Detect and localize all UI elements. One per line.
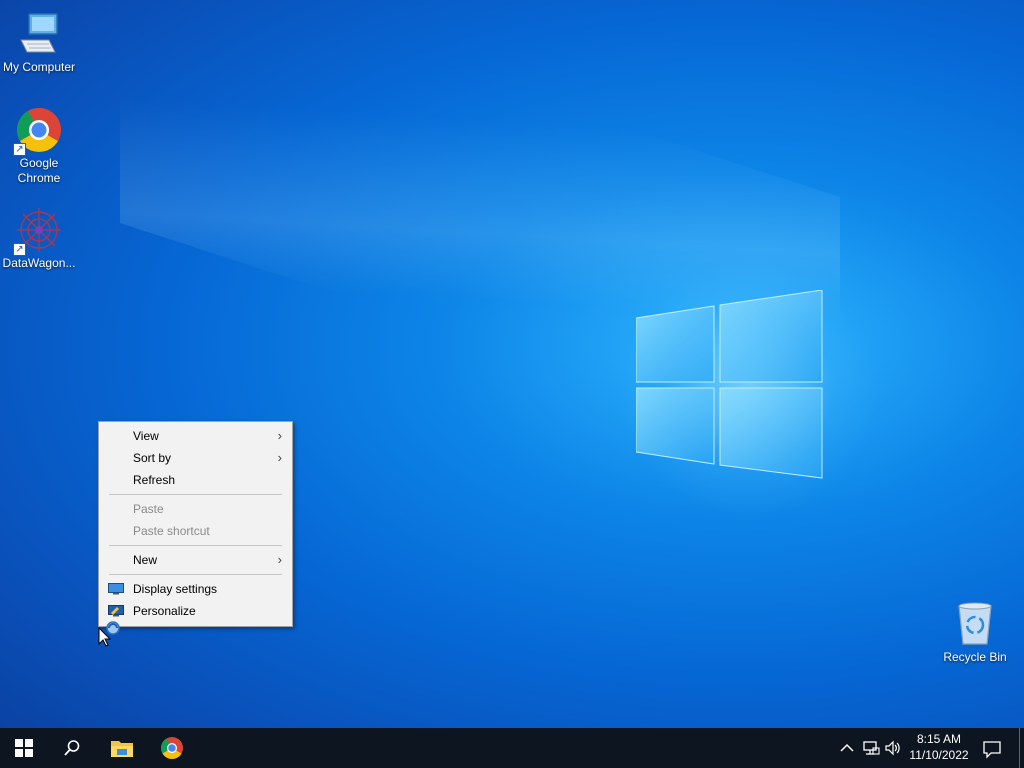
shortcut-arrow-icon: ↗: [13, 243, 26, 256]
desktop-icon-datawagon[interactable]: ↗ DataWagon...: [0, 206, 78, 271]
desktop-icon-my-computer[interactable]: My Computer: [0, 10, 78, 75]
desktop-icon-label: DataWagon...: [2, 256, 76, 270]
menu-item-refresh[interactable]: Refresh: [99, 469, 292, 491]
menu-item-personalize[interactable]: Personalize: [99, 600, 292, 622]
taskbar: 8:15 AM 11/10/2022: [0, 728, 1024, 768]
volume-icon[interactable]: [884, 739, 902, 757]
mouse-cursor-busy-icon: [98, 621, 120, 647]
menu-separator: [109, 545, 282, 546]
chevron-up-icon[interactable]: [838, 739, 856, 757]
menu-item-new[interactable]: New ›: [99, 549, 292, 571]
desktop-icon-label: Google: [19, 156, 59, 170]
shortcut-arrow-icon: ↗: [13, 143, 26, 156]
desktop-icon-label-line2: Chrome: [17, 171, 61, 185]
chrome-icon: ↗: [13, 106, 63, 156]
chevron-right-icon: ›: [277, 450, 282, 465]
network-icon[interactable]: [862, 739, 880, 757]
chevron-right-icon: ›: [277, 428, 282, 443]
taskbar-clock[interactable]: 8:15 AM 11/10/2022: [906, 731, 972, 763]
action-center-icon[interactable]: [982, 739, 1002, 759]
menu-item-label: Personalize: [133, 604, 196, 618]
menu-item-view[interactable]: View ›: [99, 425, 292, 447]
menu-item-label: View: [133, 429, 159, 443]
clock-time: 8:15 AM: [916, 732, 962, 746]
desktop-context-menu[interactable]: View › Sort by › Refresh Paste Paste sho…: [98, 421, 293, 627]
chrome-icon: [161, 737, 183, 759]
menu-item-label: Paste shortcut: [133, 524, 210, 538]
start-button[interactable]: [0, 728, 48, 768]
desktop-icon-recycle-bin[interactable]: Recycle Bin: [936, 600, 1014, 665]
clock-date: 11/10/2022: [909, 748, 969, 762]
file-explorer-icon: [111, 741, 133, 757]
menu-item-paste: Paste: [99, 498, 292, 520]
menu-item-label: Sort by: [133, 451, 172, 465]
start-icon: [15, 739, 33, 757]
menu-item-label: Display settings: [133, 582, 218, 596]
menu-separator: [109, 574, 282, 575]
menu-item-display-settings[interactable]: Display settings: [99, 578, 292, 600]
desktop-icon-label: My Computer: [2, 60, 76, 74]
menu-item-label: Paste: [133, 502, 164, 516]
search-button[interactable]: [48, 728, 96, 768]
menu-item-label: New: [133, 553, 158, 567]
show-desktop-button[interactable]: [1019, 728, 1020, 768]
windows-logo-wallpaper: [636, 290, 823, 479]
menu-item-label: Refresh: [133, 473, 176, 487]
menu-separator: [109, 494, 282, 495]
datawagon-icon: ↗: [13, 206, 63, 256]
menu-item-paste-shortcut: Paste shortcut: [99, 520, 292, 542]
chrome-taskbar-button[interactable]: [148, 728, 196, 768]
chevron-right-icon: ›: [277, 552, 282, 567]
file-explorer-button[interactable]: [98, 728, 146, 768]
desktop-icon-google-chrome[interactable]: ↗ Google Chrome: [0, 106, 78, 186]
computer-icon: [15, 10, 63, 58]
display-icon: [108, 583, 124, 595]
desktop-icon-label: Recycle Bin: [943, 650, 1007, 664]
recycle-bin-icon: [951, 600, 999, 648]
desktop[interactable]: My Computer ↗ Google Chrome ↗ DataWagon.…: [0, 0, 1024, 728]
search-icon: [64, 740, 80, 756]
menu-item-sort-by[interactable]: Sort by ›: [99, 447, 292, 469]
personalize-icon: [108, 605, 124, 617]
